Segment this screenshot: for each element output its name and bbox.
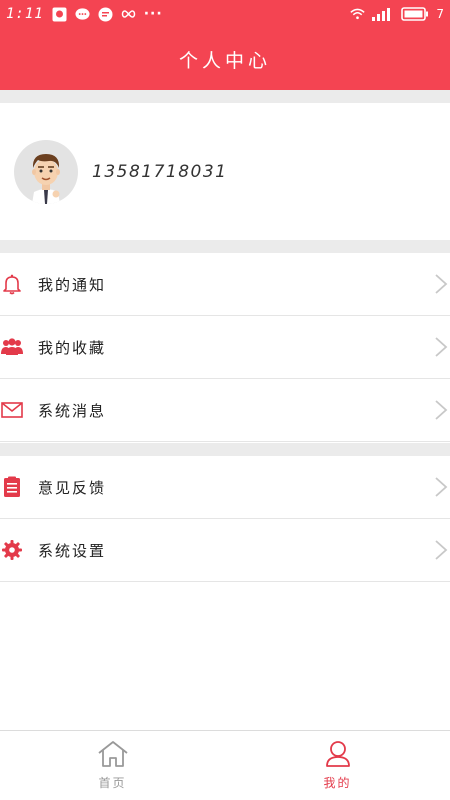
- battery-icon: [401, 7, 429, 22]
- chevron-right-icon: [434, 336, 448, 358]
- tab-mine[interactable]: 我的: [225, 731, 450, 800]
- gear-icon: [0, 538, 24, 562]
- tab-home-label: 首页: [98, 776, 127, 790]
- menu-item-system-messages[interactable]: 系统消息: [0, 379, 450, 442]
- page-title: 个人中心: [178, 49, 271, 72]
- menu-group-main: 我的通知 我的收藏 系统消息: [0, 253, 450, 442]
- home-icon: [97, 740, 129, 772]
- clipboard-icon: [0, 475, 24, 499]
- menu-item-label: 系统设置: [38, 541, 107, 560]
- section-divider: [0, 443, 450, 456]
- cartoon-man-avatar-icon: [32, 153, 60, 204]
- tab-home[interactable]: 首页: [0, 731, 225, 800]
- menu-item-favorites[interactable]: 我的收藏: [0, 316, 450, 379]
- bell-icon: [0, 272, 24, 296]
- wifi-icon: [350, 7, 366, 22]
- envelope-icon: [0, 398, 24, 422]
- menu-item-label: 系统消息: [38, 401, 107, 420]
- more-dots: ···: [143, 6, 163, 22]
- message-notification-icon: [98, 7, 113, 22]
- battery-level-text: 7: [436, 7, 444, 21]
- chevron-right-icon: [434, 399, 448, 421]
- menu-item-label: 我的收藏: [38, 338, 107, 357]
- section-divider: [0, 90, 450, 103]
- header: 个人中心: [0, 28, 450, 90]
- chat-notification-icon: [75, 7, 90, 22]
- profile-card[interactable]: 13581718031: [0, 103, 450, 240]
- chevron-right-icon: [434, 539, 448, 561]
- menu-item-settings[interactable]: 系统设置: [0, 519, 450, 582]
- status-time: 1:11: [6, 6, 44, 22]
- bottom-tab-bar: 首页 我的: [0, 730, 450, 800]
- tab-mine-label: 我的: [323, 776, 352, 790]
- menu-item-label: 意见反馈: [38, 478, 107, 497]
- section-divider: [0, 240, 450, 253]
- menu-item-notifications[interactable]: 我的通知: [0, 253, 450, 316]
- qq-notification-icon: [52, 7, 67, 22]
- avatar[interactable]: [14, 139, 78, 204]
- infinity-icon: [121, 7, 136, 22]
- user-phone-number: 13581718031: [92, 161, 228, 182]
- menu-group-settings: 意见反馈 系统设置: [0, 456, 450, 582]
- users-icon: [0, 335, 24, 359]
- chevron-right-icon: [434, 476, 448, 498]
- signal-icon: [372, 7, 394, 22]
- menu-item-label: 我的通知: [38, 275, 107, 294]
- user-profile-icon: [324, 740, 352, 772]
- chevron-right-icon: [434, 273, 448, 295]
- status-bar: 1:11 ··· 7: [0, 0, 450, 28]
- menu-item-feedback[interactable]: 意见反馈: [0, 456, 450, 519]
